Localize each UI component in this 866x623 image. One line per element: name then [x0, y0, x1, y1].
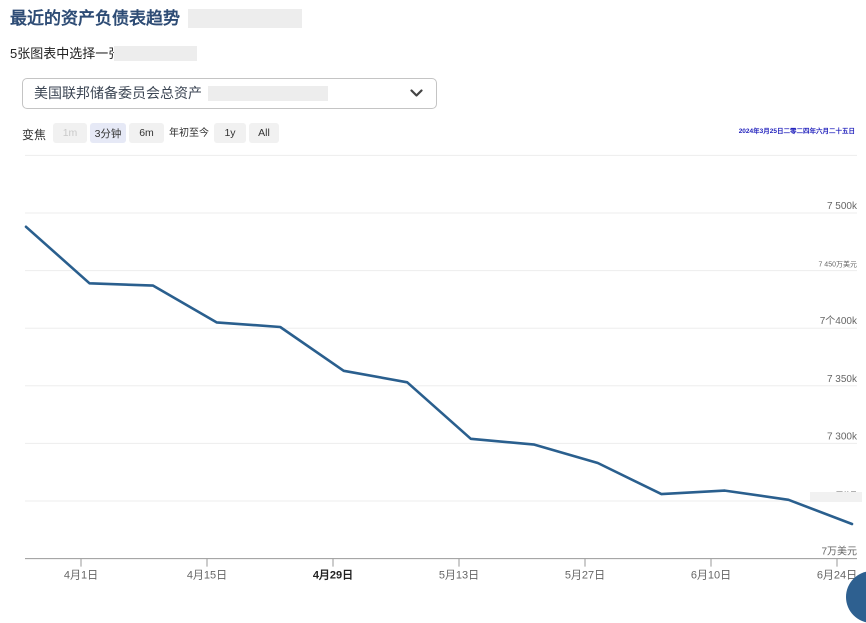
page-title: 最近的资产负债表趋势 — [10, 4, 180, 29]
y-axis-label: 7 500k — [827, 201, 858, 212]
zoom-button-4[interactable]: 1y — [214, 123, 246, 143]
zoom-button-2[interactable]: 6m — [129, 123, 164, 143]
x-axis-label: 5月27日 — [565, 570, 605, 582]
translation-overlay-artifact — [114, 46, 197, 61]
y-axis-label: 7 300k — [827, 431, 858, 442]
chevron-down-icon — [410, 89, 423, 98]
zoom-button-1[interactable]: 3分钟 — [90, 123, 126, 143]
y-axis-label: 7 450万美元 — [818, 260, 857, 269]
translation-overlay-artifact — [208, 86, 328, 101]
x-axis-label: 4月15日 — [187, 570, 227, 582]
zoom-label: 变焦 — [22, 126, 46, 143]
zoom-button-group: 1m3分钟6m年初至今1yAll — [53, 123, 279, 143]
chart-select-dropdown[interactable]: 美国联邦储备委员会总资产 — [22, 78, 437, 109]
series-line[interactable] — [26, 227, 852, 524]
x-axis-label: 4月29日 — [313, 569, 353, 582]
x-axis-label: 6月10日 — [691, 570, 731, 582]
x-axis-label: 4月1日 — [64, 570, 98, 582]
y-axis-label: 7 350k — [827, 374, 858, 385]
x-axis-label: 5月13日 — [439, 570, 479, 582]
y-axis-label: 7个400k — [820, 315, 858, 327]
dropdown-selected-value: 美国联邦储备委员会总资产 — [34, 79, 202, 108]
translation-overlay-artifact — [188, 9, 302, 28]
zoom-button-5[interactable]: All — [249, 123, 279, 143]
y-axis-label: 7万美元 — [821, 545, 857, 558]
date-range-text[interactable]: 2024年3月25日二零二四年六月二十五日 — [739, 125, 855, 135]
zoom-button-3[interactable]: 年初至今 — [167, 123, 211, 143]
translation-overlay-artifact — [810, 492, 862, 502]
zoom-button-0: 1m — [53, 123, 87, 143]
